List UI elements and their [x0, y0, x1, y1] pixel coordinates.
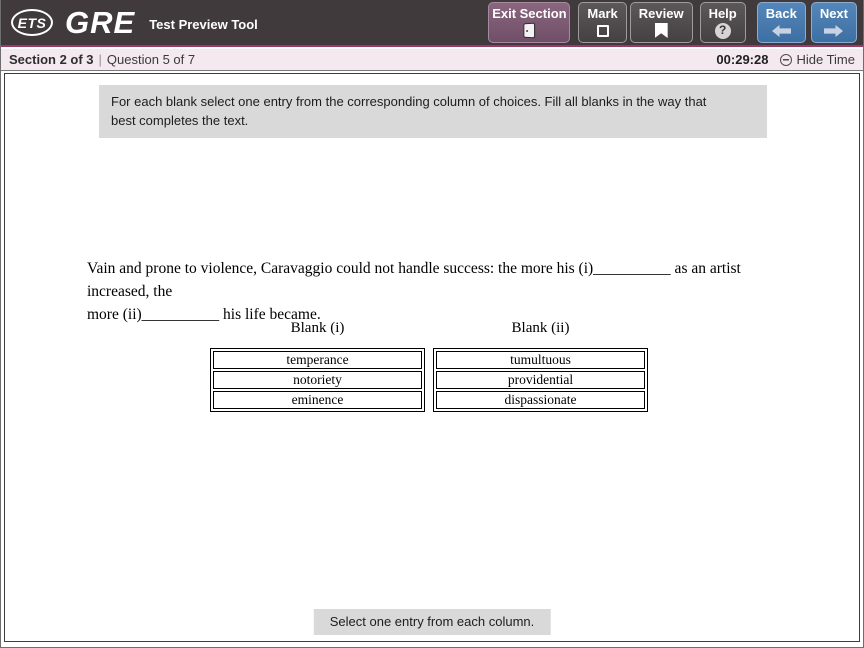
blank-i-choices-table: temperance notoriety eminence	[210, 348, 425, 412]
mark-button-label: Mark	[587, 6, 618, 21]
blank-ii-label: Blank (ii)	[511, 320, 570, 336]
answer-directions: Select one entry from each column.	[313, 609, 551, 635]
question-progress: Question 5 of 7	[106, 52, 196, 67]
review-button-label: Review	[638, 6, 684, 21]
next-button[interactable]: Next	[810, 2, 857, 43]
question-text: Vain and prone to violence, Caravaggio c…	[87, 257, 797, 326]
bookmark-icon	[654, 22, 668, 39]
help-button[interactable]: Help ?	[699, 2, 746, 43]
instructions-line-2: best completes the text.	[111, 113, 249, 128]
blank-i-label: Blank (i)	[290, 320, 345, 336]
gre-logo: GRE	[65, 4, 136, 40]
hide-time-icon	[780, 53, 793, 66]
table-row: tumultuous	[436, 351, 645, 369]
choice-option[interactable]: temperance	[213, 351, 422, 369]
choice-option[interactable]: tumultuous	[436, 351, 645, 369]
status-bar: Section 2 of 3 | Question 5 of 7 00:29:2…	[1, 49, 863, 71]
status-separator: |	[98, 52, 102, 67]
back-button-label: Back	[765, 6, 797, 21]
next-button-label: Next	[819, 6, 848, 21]
blank-ii-column: Blank (ii) tumultuous providential dispa…	[433, 320, 648, 412]
app-title: Test Preview Tool	[149, 17, 258, 32]
hide-time-label: Hide Time	[796, 52, 855, 67]
back-button[interactable]: Back	[756, 2, 806, 43]
instructions-line-1: For each blank select one entry from the…	[111, 94, 707, 109]
header-button-row: Exit Section Mark Review Help ? Back Nex…	[488, 2, 863, 43]
section-progress: Section 2 of 3	[9, 52, 94, 67]
choice-option[interactable]: notoriety	[213, 371, 422, 389]
exit-section-button-label: Exit Section	[492, 6, 567, 21]
header-bar: ETS GRE Test Preview Tool Exit Section M…	[1, 0, 863, 47]
ets-logo-text: ETS	[17, 14, 47, 31]
table-row: providential	[436, 371, 645, 389]
exit-door-icon	[523, 22, 536, 39]
choice-option[interactable]: dispassionate	[436, 391, 645, 409]
timer-area: 00:29:28 Hide Time	[716, 52, 855, 67]
review-button[interactable]: Review	[629, 2, 693, 43]
test-preview-window: ETS GRE Test Preview Tool Exit Section M…	[0, 0, 864, 648]
back-arrow-icon	[771, 22, 791, 39]
exit-section-button[interactable]: Exit Section	[488, 2, 571, 43]
table-row: notoriety	[213, 371, 422, 389]
question-content-area: For each blank select one entry from the…	[4, 73, 860, 642]
help-question-icon: ?	[714, 22, 731, 39]
timer-value: 00:29:28	[716, 52, 769, 67]
table-row: temperance	[213, 351, 422, 369]
mark-square-icon	[596, 22, 609, 39]
logo-area: ETS GRE Test Preview Tool	[1, 5, 258, 41]
instructions-box: For each blank select one entry from the…	[99, 85, 767, 138]
mark-button[interactable]: Mark	[578, 2, 627, 43]
blank-ii-choices-table: tumultuous providential dispassionate	[433, 348, 648, 412]
hide-time-toggle[interactable]: Hide Time	[780, 52, 855, 67]
choice-option[interactable]: providential	[436, 371, 645, 389]
choice-option[interactable]: eminence	[213, 391, 422, 409]
help-button-label: Help	[708, 6, 737, 21]
table-row: eminence	[213, 391, 422, 409]
question-line-1: Vain and prone to violence, Caravaggio c…	[87, 260, 741, 300]
blank-i-column: Blank (i) temperance notoriety eminence	[210, 320, 425, 412]
next-arrow-icon	[824, 22, 844, 39]
ets-logo: ETS	[11, 9, 53, 36]
table-row: dispassionate	[436, 391, 645, 409]
